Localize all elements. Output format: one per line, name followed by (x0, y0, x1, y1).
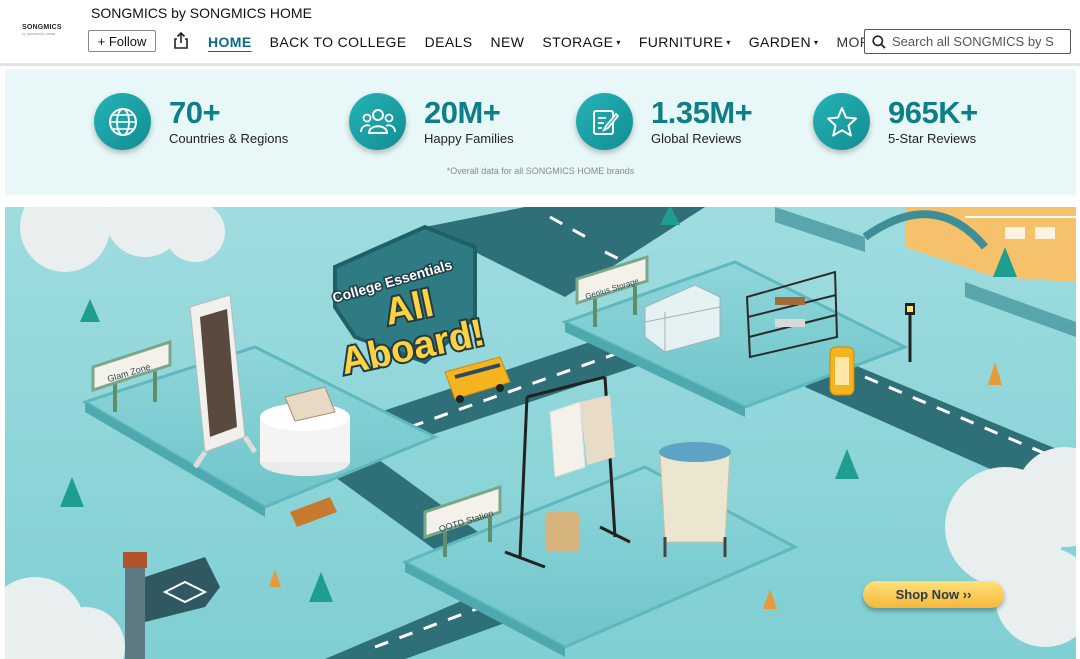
nav-label: GARDEN (748, 34, 812, 50)
logo-text: SONGMICS (22, 24, 62, 31)
chevron-down-icon: ▾ (814, 37, 819, 47)
brand-logo[interactable]: SONGMICS by SONGMICS HOME (22, 24, 68, 38)
stat-value: 1.35M+ (651, 95, 753, 130)
follow-button[interactable]: + Follow (88, 30, 156, 52)
people-icon (349, 93, 406, 150)
stat-label: 5-Star Reviews (888, 131, 977, 146)
chevron-down-icon: ▾ (726, 37, 731, 47)
share-icon[interactable] (173, 31, 189, 50)
nav-item-back-to-college[interactable]: BACK TO COLLEGE (270, 34, 407, 50)
review-pen-icon (576, 93, 633, 150)
globe-icon (94, 93, 151, 150)
store-nav: HOME BACK TO COLLEGE DEALS NEW STORAGE ▾ … (208, 34, 905, 50)
chevron-down-icon: ▾ (616, 37, 621, 47)
search-input[interactable] (892, 34, 1062, 49)
nav-item-furniture[interactable]: FURNITURE ▾ (639, 34, 731, 50)
nav-label: STORAGE (542, 34, 614, 50)
shop-now-button[interactable]: Shop Now ›› (863, 581, 1004, 608)
stat-value: 20M+ (424, 95, 501, 130)
phone-booth (829, 346, 855, 396)
nav-label: DEALS (424, 34, 473, 50)
star-icon (813, 93, 870, 150)
laundry-hamper (659, 442, 731, 557)
nav-label: HOME (208, 34, 252, 50)
nav-item-deals[interactable]: DEALS (425, 34, 473, 50)
stats-footnote: *Overall data for all SONGMICS HOME bran… (446, 166, 635, 176)
stat-label: Global Reviews (651, 131, 742, 146)
nav-item-new[interactable]: NEW (491, 34, 525, 50)
store-search[interactable] (864, 29, 1071, 54)
nav-item-storage[interactable]: STORAGE ▾ (542, 34, 620, 50)
nav-label: BACK TO COLLEGE (269, 34, 407, 50)
nav-item-home[interactable]: HOME (208, 34, 252, 50)
stat-label: Happy Families (424, 131, 514, 146)
stat-value: 965K+ (888, 95, 978, 130)
nav-label: FURNITURE (638, 34, 724, 50)
search-icon (872, 34, 886, 49)
store-title[interactable]: SONGMICS by SONGMICS HOME (91, 5, 312, 21)
hero-banner[interactable]: College Essentials All Aboard! Glam Zone… (5, 207, 1076, 659)
nav-label: NEW (490, 34, 525, 50)
stats-banner: 70+ Countries & Regions 20M+ Happy Famil… (5, 69, 1076, 195)
stat-label: Countries & Regions (169, 131, 289, 146)
store-header: SONGMICS by SONGMICS HOME SONGMICS by SO… (0, 0, 1080, 66)
nav-item-garden[interactable]: GARDEN ▾ (749, 34, 819, 50)
stat-value: 70+ (169, 95, 221, 130)
logo-subtext: by SONGMICS HOME (22, 32, 56, 36)
